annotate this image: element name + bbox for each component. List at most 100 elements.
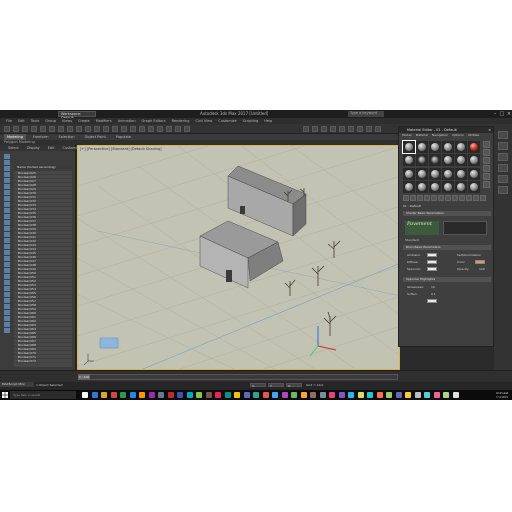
render-setup-icon[interactable] [357, 126, 363, 132]
placement-icon[interactable] [121, 126, 127, 132]
self-illum-color-swatch[interactable] [475, 260, 485, 264]
scene-filter-icon[interactable] [4, 238, 10, 243]
go-to-parent-icon[interactable] [473, 195, 479, 201]
list-item[interactable]: Boolean072 [14, 359, 72, 363]
backlight-icon[interactable] [483, 149, 490, 156]
rect-selection-icon[interactable] [76, 126, 82, 132]
get-material-icon[interactable] [403, 195, 409, 201]
maps-icon[interactable] [386, 392, 392, 398]
scene-filter-icon[interactable] [4, 208, 10, 213]
scene-filter-icon[interactable] [4, 244, 10, 249]
search-input[interactable]: Type a keyword [348, 111, 384, 117]
edge-icon[interactable] [91, 392, 98, 398]
scene-list-header[interactable]: Name (Sorted Ascending) [14, 165, 72, 170]
glossiness-value[interactable]: 10 [431, 285, 435, 289]
soften-value[interactable]: 0.1 [431, 292, 436, 296]
material-editor-menu-item[interactable]: Options [452, 133, 464, 137]
sample-slot[interactable] [416, 154, 428, 167]
minimize-icon[interactable]: – [492, 111, 498, 117]
paint-icon[interactable] [348, 392, 354, 398]
vray-icon[interactable] [272, 392, 278, 398]
scene-filter-icon[interactable] [4, 316, 10, 321]
material-editor-menu-item[interactable]: Material [416, 133, 428, 137]
scene-filter-icon[interactable] [4, 268, 10, 273]
unique-icon[interactable] [438, 195, 444, 201]
sample-slot[interactable] [429, 141, 441, 153]
scene-filter-icon[interactable] [4, 232, 10, 237]
hierarchy-tab-icon[interactable] [498, 153, 508, 161]
notepad-icon[interactable] [329, 392, 335, 398]
x-coordinate[interactable]: X: [250, 383, 266, 388]
store-icon[interactable] [110, 392, 117, 398]
assign-material-icon[interactable] [417, 195, 423, 201]
background-icon[interactable] [483, 157, 490, 164]
scene-filter-icon[interactable] [4, 250, 10, 255]
windows-start-icon[interactable] [2, 392, 8, 398]
skype-icon[interactable] [291, 392, 297, 398]
selection-filter-icon[interactable] [49, 126, 55, 132]
vlc-icon[interactable] [319, 392, 326, 398]
viewport-label[interactable]: [+] [Perspective] [Standard] [Default Sh… [80, 147, 162, 151]
align-icon[interactable] [312, 126, 318, 132]
redo-icon[interactable] [13, 126, 19, 132]
spotify-icon[interactable] [281, 392, 288, 398]
scene-explorer-tab[interactable]: Display [27, 146, 40, 150]
spinner-snap-icon[interactable] [175, 126, 181, 132]
scene-filter-icon[interactable] [4, 322, 10, 327]
material-editor-menu-item[interactable]: Modes [402, 133, 412, 137]
scene-filter-icon[interactable] [4, 220, 10, 225]
scene-filter-icon[interactable] [4, 280, 10, 285]
sample-slot[interactable] [429, 154, 441, 167]
groove-icon[interactable] [433, 392, 440, 398]
camera-object[interactable] [99, 337, 119, 349]
sample-slot[interactable] [468, 167, 480, 180]
scene-filter-icon[interactable] [4, 214, 10, 219]
sample-slot[interactable] [442, 154, 454, 167]
calendar-icon[interactable] [452, 392, 459, 398]
video-color-check-icon[interactable] [483, 173, 490, 180]
scene-filter-icon[interactable] [4, 154, 10, 159]
named-selection-icon[interactable] [184, 126, 190, 132]
taskbar-clock[interactable]: 10:45 AM 7/11/2019 [496, 391, 508, 399]
rollout-specular[interactable]: Specular Highlights [403, 277, 491, 282]
sample-slot[interactable] [455, 167, 467, 180]
scene-filter-icon[interactable] [4, 202, 10, 207]
timeline-track[interactable] [78, 374, 398, 380]
rendered-frame-icon[interactable] [366, 126, 372, 132]
sample-slot[interactable] [442, 167, 454, 180]
word-icon[interactable] [177, 392, 183, 398]
rollout-shader[interactable]: Shader Basic Parameters [403, 211, 491, 216]
scale-icon[interactable] [112, 126, 118, 132]
calculator-icon[interactable] [338, 392, 345, 398]
copy-material-icon[interactable] [431, 195, 437, 201]
link-icon[interactable] [22, 126, 28, 132]
material-editor-menu-item[interactable]: Utilities [468, 133, 479, 137]
teams-icon[interactable] [300, 392, 307, 398]
scene-filter-icon[interactable] [4, 178, 10, 183]
sample-type-icon[interactable] [483, 141, 490, 148]
reset-map-icon[interactable] [424, 195, 430, 201]
firefox-icon[interactable] [139, 392, 145, 398]
zoom-icon[interactable] [310, 392, 316, 398]
sample-slot[interactable] [468, 141, 480, 153]
sample-slot[interactable] [403, 167, 415, 180]
sample-slot[interactable] [468, 180, 480, 193]
scene-filter-icon[interactable] [4, 274, 10, 279]
3dsmax-icon[interactable] [224, 392, 231, 398]
sample-slot[interactable] [455, 180, 467, 193]
time-slider-handle[interactable]: 0 / 100 [78, 374, 90, 380]
sample-slot[interactable] [403, 154, 415, 167]
z-coordinate[interactable]: Z: [286, 383, 302, 388]
rotate-icon[interactable] [103, 126, 109, 132]
put-to-library-icon[interactable] [445, 195, 451, 201]
photoshop-icon[interactable] [148, 392, 155, 398]
display-tab-icon[interactable] [498, 175, 508, 183]
scene-filter-icon[interactable] [4, 328, 10, 333]
opacity-value[interactable]: 100 [479, 267, 485, 271]
illustrator-icon[interactable] [158, 392, 164, 398]
sample-slot[interactable] [402, 140, 416, 154]
undo-icon[interactable] [4, 126, 10, 132]
photos-icon[interactable] [376, 392, 383, 398]
mirror-icon[interactable] [303, 126, 309, 132]
maxscript-listener[interactable]: MAXScript Mini [0, 382, 34, 387]
